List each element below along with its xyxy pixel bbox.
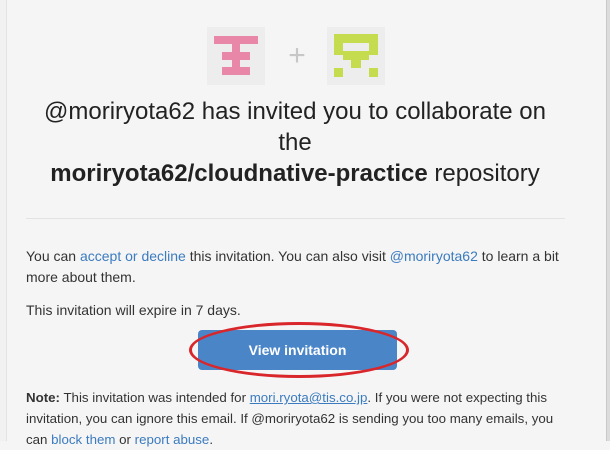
- plus-icon: +: [288, 39, 306, 72]
- headline-line3: moriryota62/cloudnative-practice reposit…: [20, 158, 570, 189]
- email-link[interactable]: mori.ryota@tis.co.jp: [250, 390, 368, 405]
- note-label: Note:: [26, 390, 60, 405]
- headline-suffix: repository: [427, 160, 540, 187]
- repository-name: moriryota62/cloudnative-practice: [50, 160, 428, 187]
- block-link[interactable]: block them: [51, 432, 115, 447]
- divider: [26, 218, 565, 219]
- avatar-row: +: [0, 27, 600, 85]
- identicon-lime-icon: [327, 27, 385, 85]
- note-text: This invitation was intended for: [59, 390, 250, 405]
- window-scrollbar-edge[interactable]: [606, 0, 610, 441]
- headline-line2: the: [278, 129, 312, 156]
- accept-decline-link[interactable]: accept or decline: [80, 248, 186, 264]
- note-text: or: [115, 432, 135, 447]
- invitation-paragraph: You can accept or decline this invitatio…: [26, 246, 574, 288]
- invitee-avatar: [327, 27, 385, 85]
- view-invitation-button[interactable]: View invitation: [198, 330, 397, 370]
- profile-link[interactable]: @moriryota62: [390, 248, 478, 264]
- note-text: .: [209, 432, 214, 447]
- paragraph-text: You can: [26, 248, 80, 264]
- inviter-avatar: [207, 27, 265, 85]
- identicon-pink-icon: [207, 27, 265, 85]
- invitation-headline: @moriryota62 has invited you to collabor…: [20, 96, 570, 189]
- report-abuse-link[interactable]: report abuse: [135, 432, 210, 447]
- paragraph-text: this invitation. You can also visit: [185, 248, 390, 264]
- expiration-notice: This invitation will expire in 7 days.: [26, 302, 241, 318]
- headline-line1: @moriryota62 has invited you to collabor…: [44, 98, 546, 125]
